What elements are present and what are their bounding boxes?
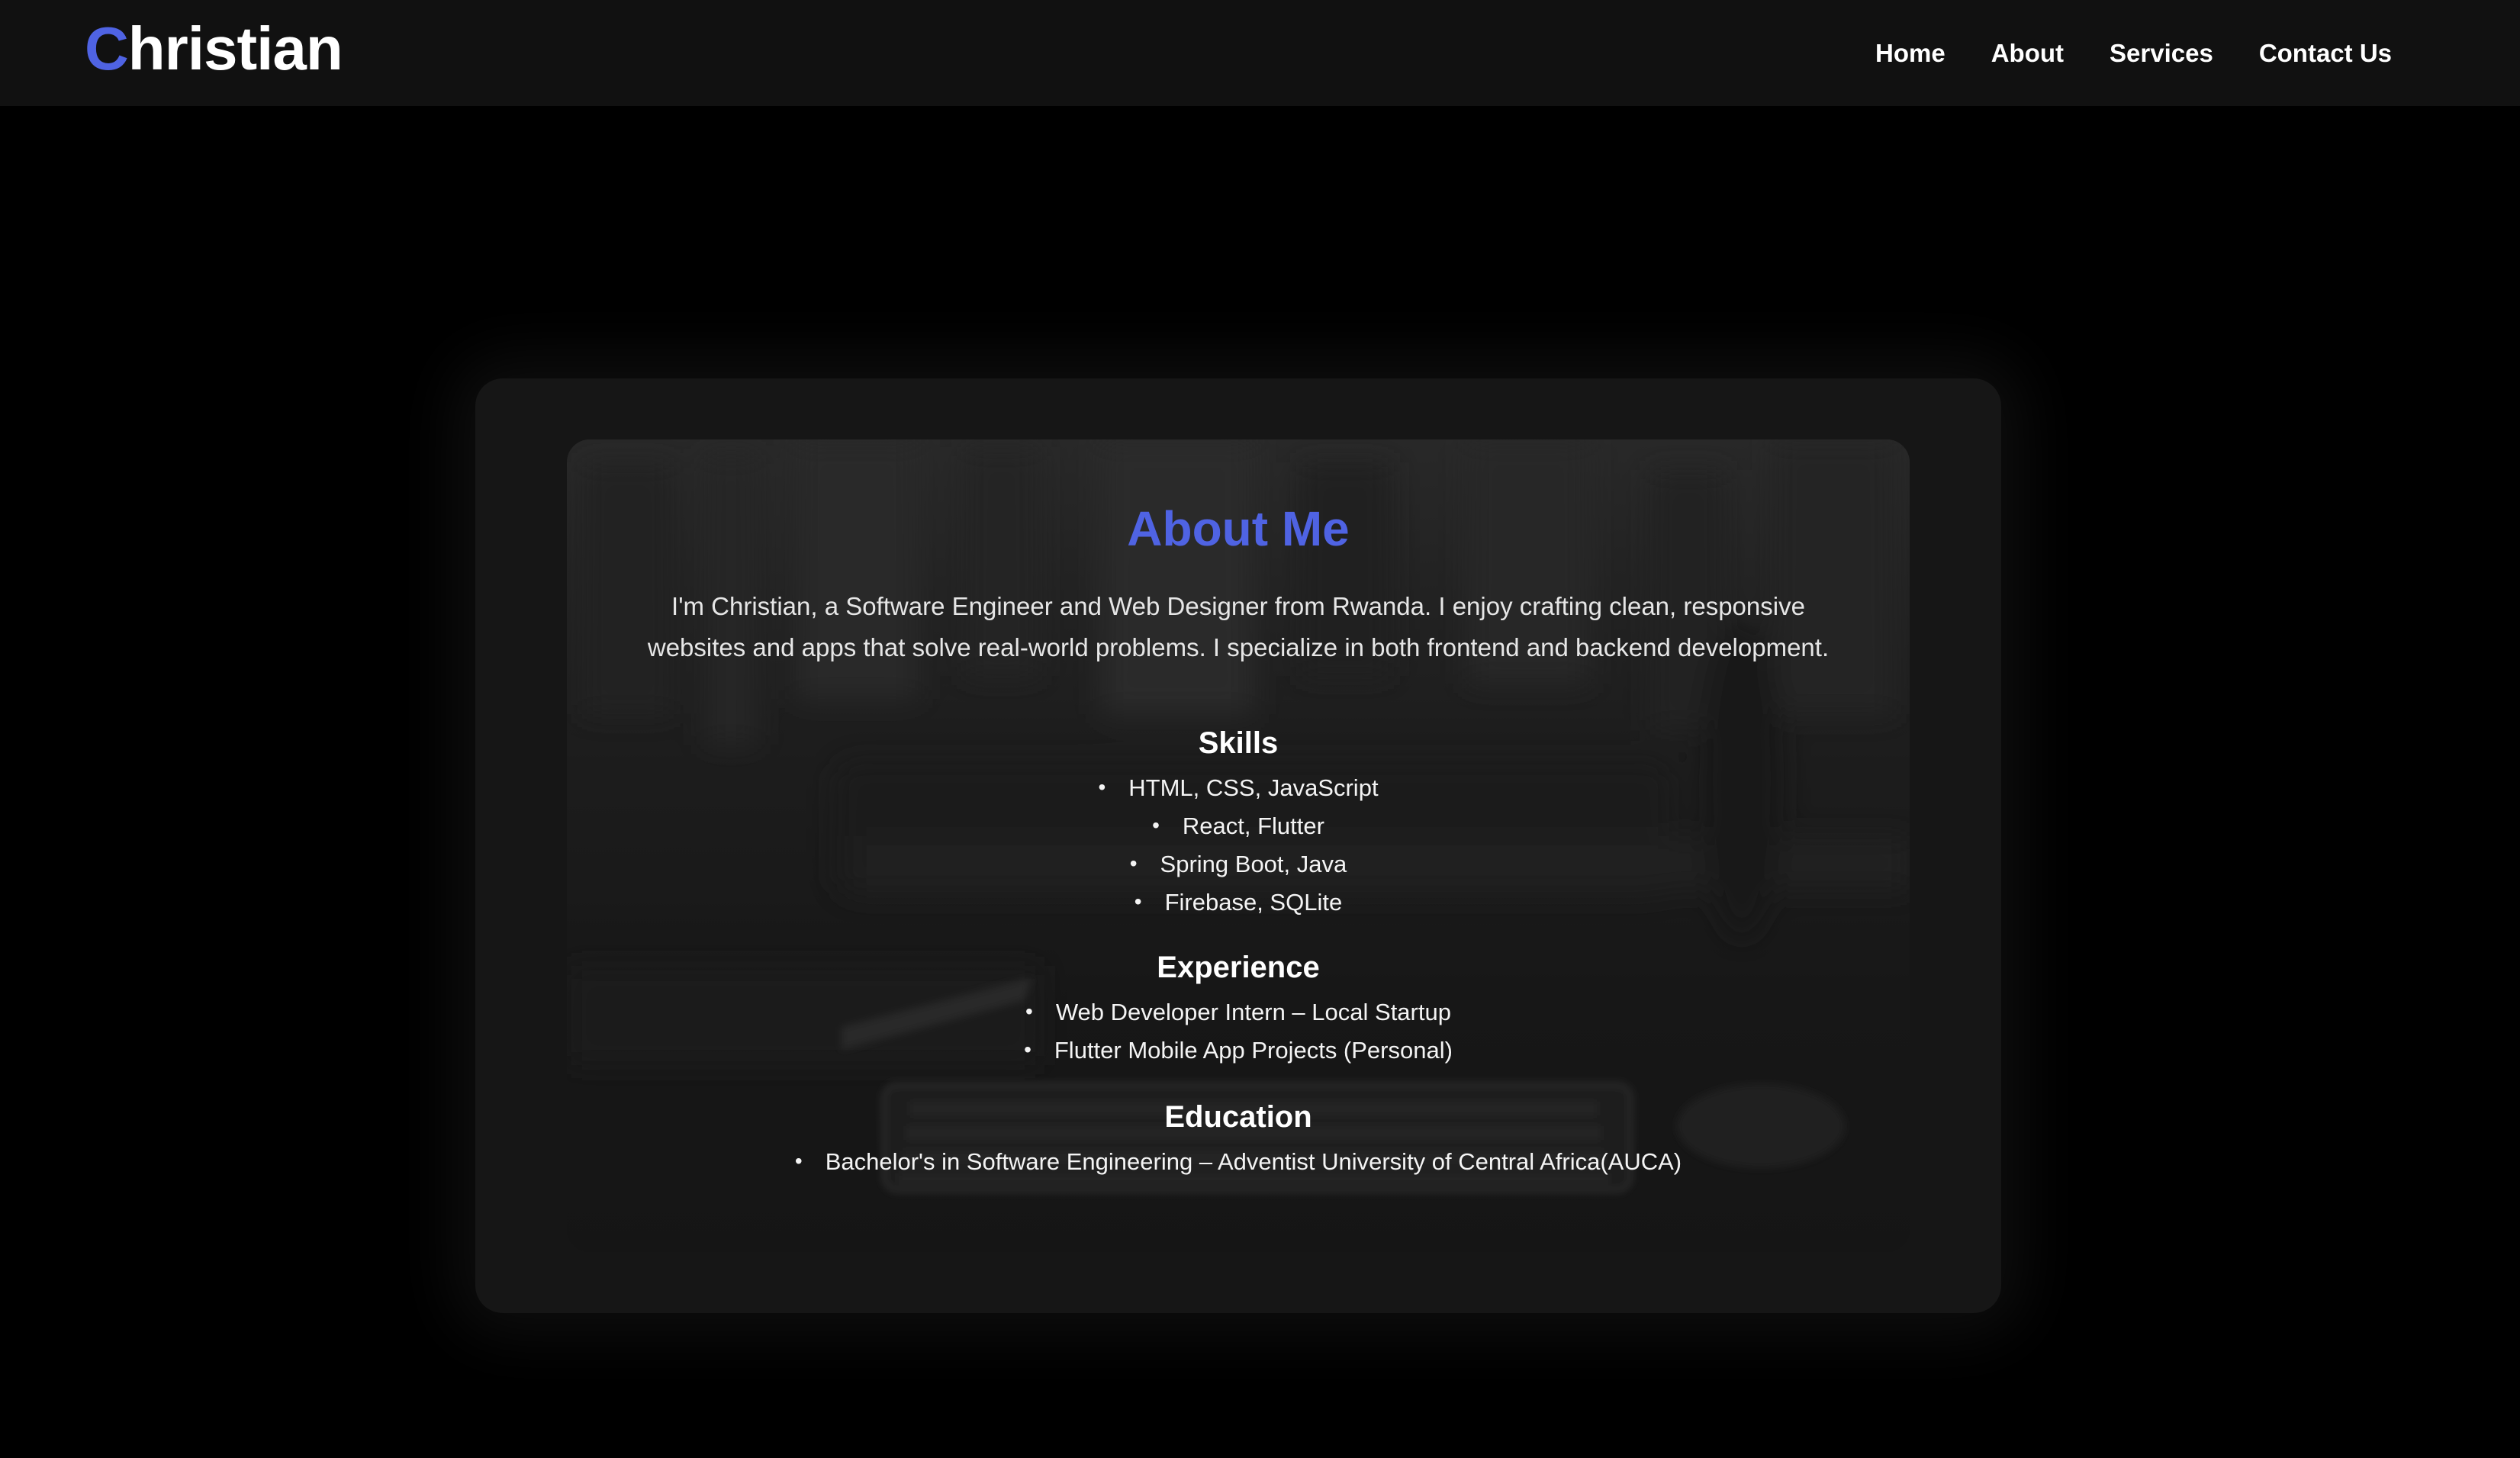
nav-link-contact-us[interactable]: Contact Us [2259, 39, 2392, 68]
navbar: Christian Home About Services Contact Us [0, 0, 2520, 106]
logo-text: hristian [127, 14, 343, 82]
education-list: Bachelor's in Software Engineering – Adv… [567, 1143, 1910, 1181]
nav-link-home[interactable]: Home [1875, 39, 1946, 68]
about-card: About Me I'm Christian, a Software Engin… [475, 378, 2001, 1313]
about-intro-text: I'm Christian, a Software Engineer and W… [647, 592, 1830, 661]
skill-item: HTML, CSS, JavaScript [567, 769, 1910, 807]
skill-item: Spring Boot, Java [567, 845, 1910, 883]
logo[interactable]: Christian [85, 12, 343, 85]
nav-links: Home About Services Contact Us [1875, 0, 2392, 106]
experience-item: Flutter Mobile App Projects (Personal) [567, 1032, 1910, 1070]
skills-list: HTML, CSS, JavaScript React, Flutter Spr… [567, 769, 1910, 922]
logo-initial: C [85, 14, 129, 82]
about-content: About Me I'm Christian, a Software Engin… [567, 439, 1910, 1252]
about-title: About Me [1127, 501, 1350, 556]
education-heading: Education [1164, 1100, 1312, 1134]
education-item: Bachelor's in Software Engineering – Adv… [567, 1143, 1910, 1181]
experience-item: Web Developer Intern – Local Startup [567, 993, 1910, 1032]
skill-item: Firebase, SQLite [567, 883, 1910, 922]
nav-link-about[interactable]: About [1991, 39, 2064, 68]
nav-link-services[interactable]: Services [2110, 39, 2213, 68]
skills-heading: Skills [1198, 726, 1279, 760]
experience-list: Web Developer Intern – Local Startup Flu… [567, 993, 1910, 1070]
about-inner-card: About Me I'm Christian, a Software Engin… [567, 439, 1910, 1252]
skill-item: React, Flutter [567, 807, 1910, 845]
experience-heading: Experience [1157, 951, 1320, 984]
